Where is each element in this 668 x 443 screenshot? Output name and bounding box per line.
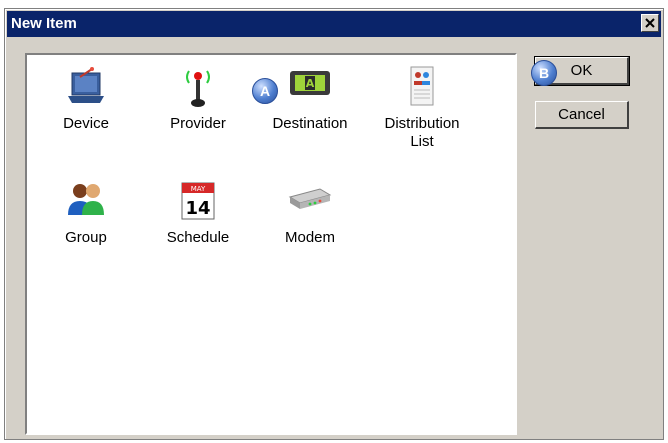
item-label: Modem	[284, 229, 336, 246]
svg-text:A: A	[306, 77, 315, 90]
device-laptop-icon	[68, 67, 104, 103]
item-modem[interactable]: Modem	[255, 179, 365, 247]
item-schedule[interactable]: MAY 14 Schedule	[143, 179, 253, 247]
calendar-month: MAY	[191, 185, 206, 193]
item-group[interactable]: Group	[31, 179, 141, 247]
destination-pager-icon: A	[290, 71, 330, 95]
item-label: Group	[65, 229, 107, 246]
new-item-dialog: New Item Device Provider A Destination D…	[4, 8, 664, 440]
item-label: Distribution List	[384, 115, 460, 150]
schedule-calendar-icon: MAY 14	[181, 182, 215, 220]
callout-a-marker: A	[252, 78, 278, 104]
item-label: Destination	[272, 115, 348, 132]
item-label: Schedule	[166, 229, 230, 246]
cancel-button[interactable]: Cancel	[535, 101, 629, 129]
close-button[interactable]	[641, 14, 659, 32]
distribution-list-icon	[410, 66, 434, 106]
provider-antenna-icon	[186, 70, 210, 107]
item-provider[interactable]: Provider	[143, 65, 253, 133]
callout-b-marker: B	[531, 60, 557, 86]
item-label: Device	[63, 115, 109, 132]
item-list-panel: Device Provider A Destination Distributi…	[25, 53, 517, 435]
item-device[interactable]: Device	[31, 65, 141, 133]
close-icon	[645, 18, 655, 28]
group-users-icon	[68, 184, 104, 215]
item-distribution-list[interactable]: Distribution List	[367, 65, 477, 151]
dialog-title: New Item	[11, 15, 77, 32]
calendar-day: 14	[185, 198, 210, 219]
modem-icon	[288, 188, 332, 209]
item-label: Provider	[170, 115, 226, 132]
title-bar[interactable]: New Item	[7, 11, 661, 37]
